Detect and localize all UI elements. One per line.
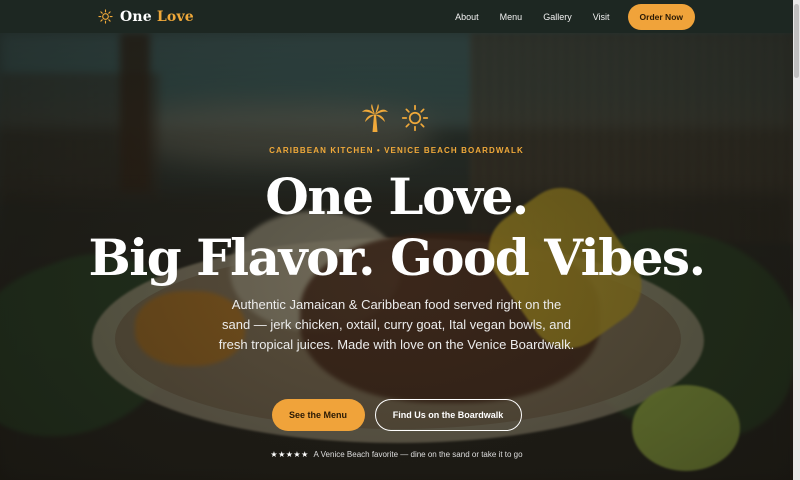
nav-link-visit[interactable]: Visit — [593, 12, 610, 22]
nav-link-about[interactable]: About — [455, 12, 479, 22]
palm-tree-icon — [361, 103, 389, 138]
hero-icons — [361, 103, 429, 138]
rating-stars: ★★★★★ — [270, 450, 309, 459]
page-scrollbar[interactable] — [793, 0, 800, 480]
tagline-text: A Venice Beach favorite — dine on the sa… — [313, 450, 523, 459]
order-now-button[interactable]: Order Now — [627, 3, 695, 30]
hero-headline-line2: Big Flavor. Good Vibes. — [88, 228, 707, 287]
top-navbar: One Love About Menu Gallery Visit Order N… — [0, 0, 793, 33]
hero-headline-line1: One Love. — [265, 167, 529, 226]
brand-logo[interactable]: One Love — [98, 9, 194, 25]
sun-icon — [98, 9, 113, 24]
sun-icon — [401, 104, 429, 137]
scrollbar-thumb[interactable] — [794, 4, 799, 78]
brand-name-part1: One — [120, 8, 152, 25]
nav-link-gallery[interactable]: Gallery — [543, 12, 572, 22]
brand-name-part2: Love — [156, 8, 194, 25]
hero-eyebrow: CARIBBEAN KITCHEN • VENICE BEACH BOARDWA… — [269, 146, 524, 155]
find-us-button[interactable]: Find Us on the Boardwalk — [374, 399, 522, 431]
hero-tagline: ★★★★★ A Venice Beach favorite — dine on … — [0, 450, 793, 459]
hero-content: CARIBBEAN KITCHEN • VENICE BEACH BOARDWA… — [0, 33, 793, 480]
hero-description: Authentic Jamaican & Caribbean food serv… — [218, 297, 575, 352]
hero-buttons: See the Menu Find Us on the Boardwalk — [0, 399, 793, 431]
see-menu-button[interactable]: See the Menu — [271, 399, 365, 431]
nav-links: About Menu Gallery Visit Order Now — [455, 3, 695, 30]
nav-link-menu[interactable]: Menu — [500, 12, 523, 22]
brand-name: One Love — [120, 9, 194, 25]
